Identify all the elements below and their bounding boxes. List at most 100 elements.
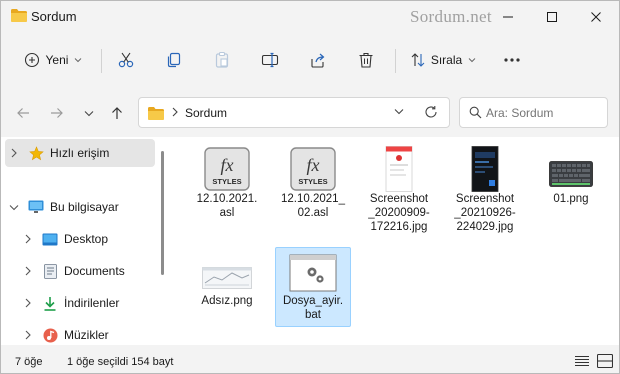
command-bar: Yeni Sırala xyxy=(1,33,619,87)
file-name: 12.10.2021. asl xyxy=(196,193,258,219)
arrow-right-icon xyxy=(51,108,63,118)
forward-button[interactable] xyxy=(45,101,69,125)
toolbar-separator xyxy=(395,49,396,73)
sidebar-item-desktop[interactable]: Desktop xyxy=(5,225,155,253)
list-view-icon xyxy=(575,355,589,367)
close-button[interactable] xyxy=(573,1,619,33)
arrow-up-icon xyxy=(112,107,122,119)
trash-icon xyxy=(359,52,373,68)
search-box[interactable] xyxy=(459,97,608,128)
minimize-button[interactable] xyxy=(485,1,531,33)
file-item[interactable]: Dosya_ayir. bat xyxy=(275,247,351,327)
maximize-button[interactable] xyxy=(529,1,575,33)
up-button[interactable] xyxy=(105,101,129,125)
music-icon xyxy=(41,327,59,343)
delete-button[interactable] xyxy=(353,45,379,75)
paste-button[interactable] xyxy=(209,45,235,75)
chevron-right-icon[interactable] xyxy=(5,148,23,158)
title-bar: Sordum Sordum.net xyxy=(1,1,619,33)
chevron-right-icon[interactable] xyxy=(19,234,37,244)
image-thumbnail-icon xyxy=(448,146,522,192)
file-name: Dosya_ayir. bat xyxy=(282,295,344,321)
more-options-button[interactable] xyxy=(499,45,525,75)
image-thumbnail-icon xyxy=(190,248,264,294)
share-icon xyxy=(311,53,325,68)
maximize-icon xyxy=(547,12,557,22)
tiles-view-button[interactable] xyxy=(596,353,614,369)
file-item[interactable]: Screenshot _20210926- 224029.jpg xyxy=(447,145,523,233)
explorer-window: Sordum Sordum.net Yeni Sırala Sordum Ara… xyxy=(0,0,620,374)
desktop-icon xyxy=(41,231,59,247)
window-title: Sordum xyxy=(31,9,77,24)
svg-text:fx: fx xyxy=(307,155,320,175)
batch-file-icon xyxy=(276,248,350,294)
recent-locations-button[interactable] xyxy=(77,101,101,125)
styles-badge: STYLES xyxy=(298,177,327,186)
sidebar-item-quick-access[interactable]: Hızlı erişim xyxy=(5,139,155,167)
sort-label: Sırala xyxy=(430,53,463,67)
item-count: 7 öğe xyxy=(15,356,43,368)
fx-styles-icon: fx STYLES xyxy=(276,146,350,192)
sidebar-item-label: Müzikler xyxy=(64,328,109,342)
sidebar-item-label: Hızlı erişim xyxy=(50,146,110,160)
close-icon xyxy=(591,12,601,22)
download-icon xyxy=(41,295,59,311)
cut-button[interactable] xyxy=(113,45,139,75)
styles-badge: STYLES xyxy=(212,177,241,186)
search-input[interactable] xyxy=(486,104,604,122)
scissors-icon xyxy=(118,52,134,68)
image-thumbnail-icon xyxy=(362,146,436,192)
details-view-button[interactable] xyxy=(573,353,591,369)
file-item[interactable]: fx STYLES 12.10.2021_ 02.asl xyxy=(275,145,351,225)
chevron-right-icon[interactable] xyxy=(19,330,37,340)
sidebar-item-documents[interactable]: Documents xyxy=(5,257,155,285)
copy-icon xyxy=(167,52,181,68)
chevron-right-icon[interactable] xyxy=(19,266,37,276)
sidebar-item-label: İndirilenler xyxy=(64,296,120,310)
chevron-down-icon xyxy=(75,58,82,63)
sidebar-item-label: Desktop xyxy=(64,232,109,246)
file-item[interactable]: Screenshot _20200909- 172216.jpg xyxy=(361,145,437,233)
address-bar[interactable]: Sordum xyxy=(138,97,450,128)
chevron-down-icon[interactable] xyxy=(5,204,23,211)
sidebar-item-this-pc[interactable]: Bu bilgisayar xyxy=(5,193,155,221)
file-name: Adsız.png xyxy=(201,295,253,307)
file-list: fx STYLES 12.10.2021. asl fx STYLES 12.1… xyxy=(173,137,619,345)
svg-text:fx: fx xyxy=(221,155,234,175)
file-name: Screenshot _20210926- 224029.jpg xyxy=(454,193,516,233)
copy-button[interactable] xyxy=(161,45,187,75)
folder-icon xyxy=(148,107,164,120)
address-current[interactable]: Sordum xyxy=(185,106,227,120)
navigation-pane: Hızlı erişim Bu bilgisayar Desktop Docum… xyxy=(1,137,164,345)
search-icon xyxy=(469,106,482,119)
rename-button[interactable] xyxy=(257,45,283,75)
paste-icon xyxy=(215,51,229,68)
fx-styles-icon: fx STYLES xyxy=(190,146,264,192)
new-button[interactable]: Yeni xyxy=(15,45,91,75)
chevron-down-icon xyxy=(84,110,94,116)
content-area: Hızlı erişim Bu bilgisayar Desktop Docum… xyxy=(1,137,619,345)
star-icon xyxy=(27,145,45,161)
chevron-down-icon xyxy=(468,58,476,63)
file-item[interactable]: 01.png xyxy=(533,145,609,225)
more-icon xyxy=(504,58,520,62)
file-name: 01.png xyxy=(553,193,589,205)
new-label: Yeni xyxy=(45,53,69,67)
back-button[interactable] xyxy=(11,101,35,125)
computer-icon xyxy=(27,199,45,215)
navigation-scrollbar[interactable] xyxy=(161,151,164,275)
share-button[interactable] xyxy=(305,45,331,75)
sort-icon xyxy=(411,53,425,67)
chevron-down-icon[interactable] xyxy=(394,108,404,115)
file-item[interactable]: Adsız.png xyxy=(189,247,265,327)
rename-icon xyxy=(261,52,279,68)
image-thumbnail-icon xyxy=(534,146,608,192)
sort-button[interactable]: Sırala xyxy=(405,45,481,75)
sidebar-item-downloads[interactable]: İndirilenler xyxy=(5,289,155,317)
folder-icon xyxy=(11,9,27,22)
toolbar-separator xyxy=(101,49,102,73)
file-item[interactable]: fx STYLES 12.10.2021. asl xyxy=(189,145,265,225)
selection-info: 1 öğe seçildi 154 bayt xyxy=(67,356,174,368)
refresh-icon[interactable] xyxy=(424,105,438,119)
chevron-right-icon[interactable] xyxy=(19,298,37,308)
